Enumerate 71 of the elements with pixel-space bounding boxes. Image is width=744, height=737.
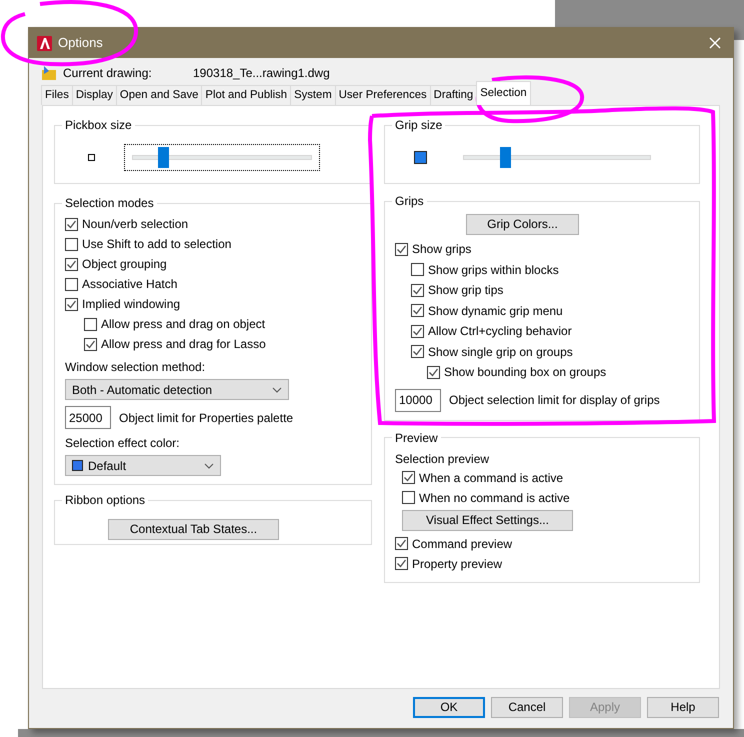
current-drawing-label: Current drawing: xyxy=(63,65,153,82)
slider-thumb[interactable] xyxy=(158,146,170,168)
checkbox-label: When no command is active xyxy=(419,490,570,506)
checkbox[interactable] xyxy=(411,324,424,338)
checkbox[interactable] xyxy=(84,318,97,330)
section-label: Selection preview xyxy=(395,450,490,468)
checkbox[interactable] xyxy=(402,491,415,504)
checkbox[interactable] xyxy=(65,278,78,290)
checkbox-label: Associative Hatch xyxy=(82,276,178,293)
checkbox-label: When a command is active xyxy=(419,470,564,486)
button[interactable]: Contextual Tab States... xyxy=(108,519,279,540)
checkbox[interactable] xyxy=(411,304,424,318)
checkbox[interactable] xyxy=(411,345,424,358)
group-title: Pickbox size xyxy=(64,118,133,132)
caret-icon xyxy=(204,462,214,468)
group-title: Preview xyxy=(394,430,439,444)
checkbox[interactable] xyxy=(395,242,408,256)
group-title: Grip size xyxy=(394,118,444,132)
field-label: Selection effect color: xyxy=(65,435,181,452)
checkbox-label: Show dynamic grip menu xyxy=(428,302,563,320)
caret-icon xyxy=(272,386,282,392)
button[interactable]: Visual Effect Settings... xyxy=(402,510,573,530)
checkbox[interactable] xyxy=(395,537,408,550)
current-drawing-name: 190318_Te...rawing1.dwg xyxy=(193,65,330,82)
checkbox-label: Show single grip on groups xyxy=(428,344,573,361)
button[interactable]: Grip Colors... xyxy=(466,214,579,235)
checkbox[interactable] xyxy=(65,218,78,230)
tab[interactable]: Files xyxy=(41,85,73,105)
checkbox[interactable] xyxy=(411,263,424,276)
checkbox[interactable] xyxy=(65,238,78,250)
dropdown[interactable]: Both - Automatic detection xyxy=(65,379,289,400)
checkbox-label: Allow press and drag for Lasso xyxy=(101,336,266,353)
checkbox-label: Show grip tips xyxy=(428,282,504,300)
dropdown[interactable]: Default xyxy=(65,455,221,476)
checkbox-label: Allow Ctrl+cycling behavior xyxy=(428,323,572,340)
checkbox-label: Show grips xyxy=(412,241,472,258)
input-field[interactable]: 10000 xyxy=(395,388,441,412)
checkbox[interactable] xyxy=(65,258,78,270)
checkbox[interactable] xyxy=(402,471,415,484)
button[interactable]: Help xyxy=(647,697,719,718)
group-title: Grips xyxy=(394,194,425,208)
pickbox-icon xyxy=(88,154,95,160)
checkbox-label: Use Shift to add to selection xyxy=(82,236,232,253)
checkbox-label: Implied windowing xyxy=(82,296,180,313)
tab[interactable]: Selection xyxy=(476,81,531,105)
window-title: Options xyxy=(58,34,103,52)
checkbox-label: Property preview xyxy=(412,556,502,572)
checkbox[interactable] xyxy=(427,366,440,379)
button[interactable]: Cancel xyxy=(491,697,563,718)
group-title: Selection modes xyxy=(64,196,155,210)
checkbox-label: Allow press and drag on object xyxy=(101,316,266,333)
slider-thumb[interactable] xyxy=(500,146,511,168)
close-icon xyxy=(709,37,721,49)
checkbox-label: Show grips within blocks xyxy=(428,262,559,279)
checkbox[interactable] xyxy=(411,284,424,297)
checkbox-label: Show bounding box on groups xyxy=(444,364,606,382)
button[interactable]: OK xyxy=(413,697,485,718)
checkbox-label: Command preview xyxy=(412,536,512,552)
field-label: Window selection method: xyxy=(65,359,206,376)
checkbox[interactable] xyxy=(65,298,78,310)
field-label: Object limit for Properties palette xyxy=(119,410,294,426)
checkbox-label: Noun/verb selection xyxy=(82,216,188,233)
grip-size-icon xyxy=(414,150,427,164)
input-field[interactable]: 25000 xyxy=(65,406,111,429)
app-icon xyxy=(37,36,52,50)
checkbox[interactable] xyxy=(395,557,408,570)
checkbox[interactable] xyxy=(84,338,97,350)
group-title: Ribbon options xyxy=(64,493,146,507)
drawing-file-icon xyxy=(41,65,57,81)
checkbox-label: Object grouping xyxy=(82,256,167,273)
field-label: Object selection limit for display of grips xyxy=(449,392,660,409)
